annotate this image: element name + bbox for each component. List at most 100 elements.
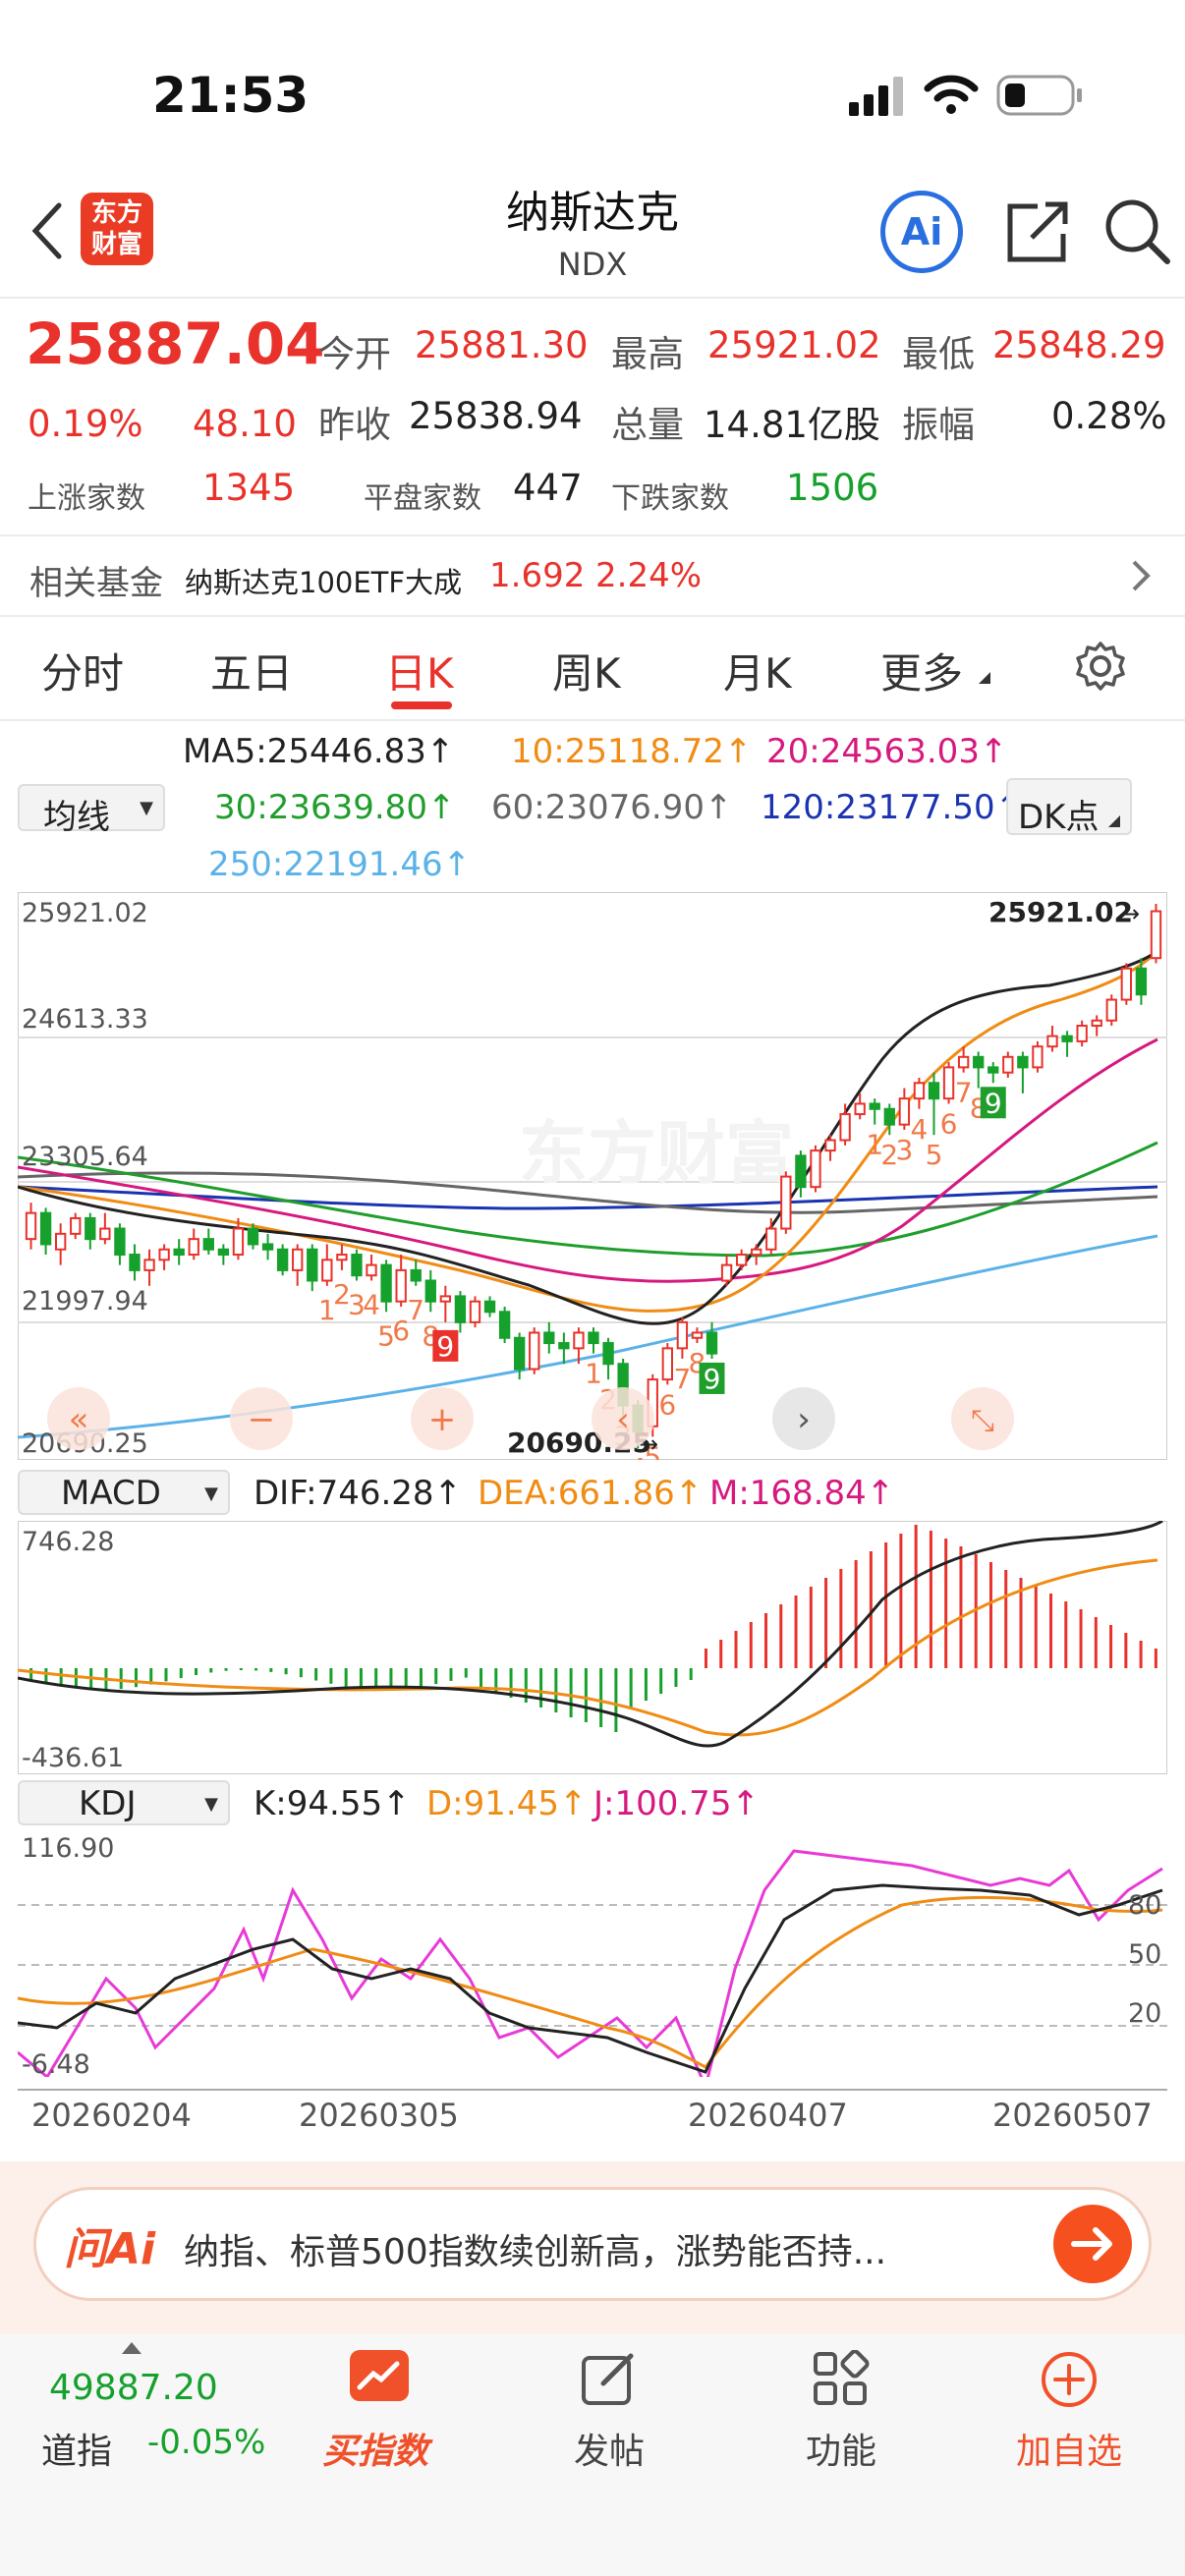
- tab-monthly-k[interactable]: 月K: [723, 641, 792, 700]
- tab-five-day[interactable]: 五日: [210, 641, 293, 700]
- candle-body: [247, 1227, 259, 1246]
- macd-chart[interactable]: 746.28 -436.61: [18, 1521, 1167, 1774]
- candle-body: [1135, 967, 1148, 996]
- candle-body: [469, 1300, 481, 1323]
- candle-body: [765, 1227, 777, 1251]
- fall-value: 1506: [786, 467, 879, 509]
- candle-body: [558, 1342, 570, 1350]
- candle-body: [898, 1097, 911, 1126]
- chevron-left-icon: ‹: [616, 1400, 630, 1439]
- macd-selector[interactable]: MACD ▼: [18, 1470, 230, 1515]
- candle-body: [351, 1254, 363, 1277]
- share-icon[interactable]: [1002, 196, 1073, 267]
- candle-body: [588, 1331, 599, 1345]
- ma120-value: 120:23177.50↑: [761, 788, 1024, 827]
- tab-daily-k[interactable]: 日K: [385, 641, 454, 700]
- chart-frame: [18, 1521, 1167, 1774]
- candle-body: [514, 1336, 526, 1371]
- kdj-ytick: 80: [1128, 1890, 1161, 1921]
- candle-body: [454, 1295, 467, 1323]
- kdj-d: D:91.45↑: [426, 1784, 588, 1823]
- candle-body: [1150, 910, 1162, 960]
- candle-body: [602, 1342, 614, 1366]
- y-tick-label: 23305.64: [22, 1142, 148, 1172]
- dow-value[interactable]: 49887.20: [49, 2368, 218, 2408]
- wifi-icon: [924, 75, 979, 114]
- candle-body: [869, 1102, 880, 1110]
- add-watchlist-label[interactable]: 加自选: [1016, 2423, 1122, 2474]
- candle-body: [529, 1331, 540, 1371]
- candle-body: [276, 1248, 289, 1271]
- candle-body: [232, 1227, 245, 1257]
- candle-body: [676, 1320, 689, 1350]
- kdj-chart[interactable]: 116.90 80 50 20 -6.48: [18, 1831, 1167, 2077]
- tab-more[interactable]: 更多: [880, 641, 963, 700]
- ma-selector[interactable]: 均线 ▼: [18, 784, 165, 837]
- function-label[interactable]: 功能: [806, 2423, 876, 2474]
- kdj-ytick: -6.48: [22, 2049, 90, 2077]
- ask-ai-send-icon[interactable]: [1052, 2204, 1133, 2284]
- macd-dif: DIF:746.28↑: [254, 1474, 463, 1513]
- kdj-selector[interactable]: KDJ ▼: [18, 1780, 230, 1825]
- candle-body: [1076, 1025, 1088, 1042]
- candle-body: [720, 1263, 733, 1282]
- candle-body: [957, 1055, 970, 1069]
- ai-assistant-icon[interactable]: Ai: [880, 191, 963, 273]
- buy-index-icon[interactable]: [348, 2348, 411, 2407]
- tab-weekly-k[interactable]: 周K: [552, 641, 621, 700]
- ma10-value: 10:25118.72↑: [511, 732, 753, 771]
- fund-name: 纳斯达克100ETF大成: [185, 566, 463, 599]
- fund-pct: 2.24%: [595, 556, 703, 595]
- zoom-out-button[interactable]: −: [230, 1387, 293, 1450]
- dow-label[interactable]: 道指: [41, 2423, 112, 2474]
- tab-intraday[interactable]: 分时: [41, 641, 124, 700]
- add-watchlist-icon[interactable]: [1040, 2350, 1099, 2409]
- candlestick-chart[interactable]: 东方财富 123456789123456789123456789 25921.0…: [18, 892, 1167, 1460]
- kdj-ytick: 116.90: [22, 1833, 114, 1864]
- post-label[interactable]: 发帖: [574, 2423, 645, 2474]
- candle-body: [1017, 1055, 1029, 1069]
- candle-body: [99, 1227, 111, 1241]
- fullscreen-button[interactable]: ⤡: [951, 1387, 1014, 1450]
- zoom-in-button[interactable]: +: [411, 1387, 474, 1450]
- candle-body: [70, 1216, 82, 1235]
- candle-body: [188, 1238, 199, 1257]
- scroll-left-button[interactable]: «: [47, 1387, 110, 1450]
- buy-index-label[interactable]: 买指数: [322, 2423, 428, 2474]
- ask-ai-input[interactable]: 问Ai 纳指、标普500指数续创新高，涨势能否持...: [33, 2187, 1152, 2301]
- candle-body: [410, 1268, 422, 1282]
- kdj-ytick: 50: [1128, 1939, 1161, 1970]
- search-icon[interactable]: [1102, 196, 1173, 267]
- candle-body: [1002, 1055, 1014, 1074]
- change-value: 48.10: [193, 403, 297, 445]
- prev-button[interactable]: ‹: [592, 1387, 654, 1450]
- battery-icon: [996, 75, 1082, 116]
- settings-gear-icon[interactable]: [1075, 641, 1126, 692]
- caret-up-icon: [122, 2342, 141, 2354]
- x-tick-label: 20260204: [31, 2097, 192, 2134]
- candle-body: [751, 1248, 762, 1257]
- post-icon[interactable]: [580, 2350, 639, 2409]
- function-grid-icon[interactable]: [812, 2350, 871, 2409]
- signal-icon: [849, 77, 903, 116]
- ma250-value: 250:22191.46↑: [208, 845, 472, 884]
- max-price-label: 25921.02: [988, 896, 1133, 928]
- bottom-nav: 49887.20 道指 -0.05% 买指数 发帖 功能 加自选: [0, 2334, 1185, 2576]
- candle-body: [129, 1254, 141, 1271]
- minus-icon: −: [248, 1400, 276, 1439]
- status-time: 21:53: [152, 67, 310, 124]
- next-button[interactable]: ›: [772, 1387, 835, 1450]
- candle-body: [217, 1248, 230, 1257]
- candle-body: [883, 1107, 895, 1126]
- watermark: 东方财富: [519, 1113, 794, 1194]
- candle-body: [573, 1331, 585, 1350]
- date-axis-line: [18, 2081, 1167, 2091]
- macd-dea: DEA:661.86↑: [478, 1474, 704, 1513]
- candle-body: [810, 1149, 821, 1189]
- dk-point-label: DK点: [1018, 798, 1100, 837]
- dow-pct[interactable]: -0.05%: [147, 2423, 265, 2462]
- related-fund-row[interactable]: 相关基金 纳斯达克100ETF大成 1.692 2.24%: [0, 536, 1185, 615]
- double-left-icon: «: [69, 1400, 89, 1439]
- macd-ytick: -436.61: [22, 1743, 124, 1773]
- ma5-value: MA5:25446.83↑: [183, 732, 455, 771]
